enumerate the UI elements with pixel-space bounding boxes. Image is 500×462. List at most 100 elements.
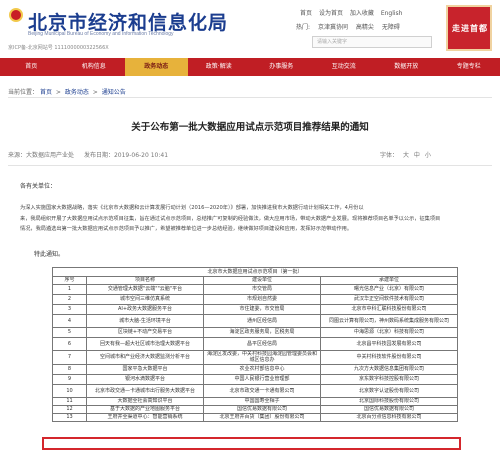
font-size-large[interactable]: 大 — [403, 152, 409, 159]
table-cell-builder: 海淀区政务服务局，区税务局 — [203, 327, 321, 338]
search-input[interactable]: 请输入关键字 — [312, 36, 432, 48]
table-cell-builder: 通州区经信局 — [203, 314, 321, 328]
table-cell-project: 大数据全社会高知识平台 — [86, 396, 204, 406]
hot-link-2[interactable]: 高精尖 — [356, 24, 374, 31]
table-cell-builder: 市规划自然委 — [203, 294, 321, 305]
breadcrumb-separator: > — [92, 89, 98, 96]
table-cell-no: 6 — [52, 337, 87, 351]
font-size-small[interactable]: 小 — [425, 152, 431, 159]
table-cell-builder: 市交管局 — [203, 284, 321, 295]
table-cell-contractor: 曙光信息产业（北京）有限公司 — [319, 284, 459, 295]
paragraph-line: 来，我局组织开展了大数据应用试点示范项目征集，旨在通过试点示范项目，总结推广可复… — [20, 215, 441, 222]
table-cell-builder: 农业农村部信息中心 — [203, 363, 321, 375]
breadcrumb-gov-news[interactable]: 政务动态 — [65, 89, 89, 96]
table-cell-contractor: 九次方大数据信息集团有限公司 — [319, 363, 459, 375]
nav-item-open-data[interactable]: 数据开放 — [375, 58, 438, 76]
site-subtitle-en: Beijing Municipal Bureau of Economy and … — [28, 31, 174, 37]
table-cell-no: 1 — [52, 284, 87, 295]
article-paragraph: 为深入实施国家大数据战略，落实《北京市大数据和云计算发展行动计划（2016—20… — [20, 203, 484, 235]
table-cell-no: 8 — [52, 363, 87, 375]
table-cell-no: 11 — [52, 396, 87, 406]
article-title: 关于公布第一批大数据应用试点示范项目推荐结果的通知 — [131, 122, 369, 133]
table-cell-no: 7 — [52, 350, 87, 365]
nav-item-services[interactable]: 办事服务 — [250, 58, 313, 76]
table-cell-contractor: 北京数字认证股份有限公司 — [319, 383, 459, 398]
table-row: 8 国家平急大数据平台 农业农村部信息中心 九次方大数据信息集团有限公司 — [52, 363, 459, 375]
nav-item-policy[interactable]: 政策·解读 — [188, 58, 251, 76]
table-cell-no: 9 — [52, 373, 87, 385]
table-row: 9 银河水滴数据平台 中国人民银行营业管理部 京东数字科技控股有限公司 — [52, 373, 459, 385]
table-caption: 北京市大数据应用试点示范项目（第一批） — [51, 267, 459, 277]
table-cell-project: AI+政务大数据服务平台 — [86, 304, 204, 315]
top-link-english[interactable]: English — [381, 10, 403, 17]
paragraph-line: 情况，我局遴选出第一批大数据应用试点示范项目予以推广，希望被推荐单位进一步总结经… — [20, 226, 353, 232]
hot-link-3[interactable]: 无障碍 — [382, 24, 400, 31]
table-row: 13 王府井全渠道中心：智能营销系统 北京王府井百货（集团）股份有限公司 北京百分点信… — [52, 412, 459, 422]
divider — [8, 97, 492, 98]
seal-text: 走进首都 — [452, 24, 488, 33]
top-link-home[interactable]: 首页 — [300, 10, 312, 17]
table-cell-contractor: 国信优易数据有限公司 — [319, 404, 459, 414]
table-cell-contractor: 北京国际科技股份有限公司 — [319, 396, 459, 406]
table-cell-no: 5 — [52, 327, 87, 338]
divider — [8, 165, 492, 166]
table-cell-builder: 中国人民银行营业管理部 — [203, 373, 321, 385]
hot-label: 热门: — [296, 24, 311, 31]
table-cell-contractor: 北京百分点信息科技有限公司 — [319, 412, 459, 422]
top-link-favorite[interactable]: 加入收藏 — [350, 10, 374, 17]
table-cell-no: 4 — [52, 314, 87, 328]
table-cell-project: 交通管理大数据"云端""云脑"平台 — [86, 284, 204, 295]
main-nav: 首页 机构信息 政务动态 政策·解读 办事服务 互动交流 数据开放 专题专栏 — [0, 58, 500, 76]
table-cell-project: 基于大数据的产业地图服务平台 — [86, 404, 204, 414]
table-cell-project: 银河水滴数据平台 — [86, 373, 204, 385]
table-cell-no: 13 — [52, 412, 87, 422]
table-header-contractor: 承建单位 — [319, 276, 459, 285]
article-source: 来源：大数据应用产业处 — [8, 152, 75, 159]
table-cell-no: 2 — [52, 294, 87, 305]
table-cell-builder: 北京市政交通一卡通有限公司 — [203, 383, 321, 398]
table-cell-project: 区块链+不动产交易平台 — [86, 327, 204, 338]
icp-number: 京ICP备-北京网站号 1111000000322566X — [8, 45, 109, 51]
table-cell-contractor: 京东数字科技控股有限公司 — [319, 373, 459, 385]
table-cell-contractor: 北京市中科汇联科技股份有限公司 — [319, 304, 459, 315]
table-cell-project: 空间城市和产业经济大数据监测分析平台 — [86, 350, 204, 365]
project-table: 北京市大数据应用试点示范项目（第一批） 序号 项目名称 建设单位 承建单位 1交… — [51, 267, 459, 422]
top-links: 首页 设为首页 加入收藏 English — [300, 8, 407, 17]
table-cell-contractor: 中海思源（北京）科技有限公司 — [319, 327, 459, 338]
breadcrumb-home[interactable]: 首页 — [40, 89, 52, 96]
top-link-set-home[interactable]: 设为首页 — [319, 10, 343, 17]
nav-item-org-info[interactable]: 机构信息 — [63, 58, 126, 76]
nav-item-home[interactable]: 首页 — [0, 58, 63, 76]
table-cell-project: 回天有我—超大社区城市治理大数据平台 — [86, 337, 204, 351]
nav-item-topics[interactable]: 专题专栏 — [438, 58, 500, 76]
table-row: 3 AI+政务大数据服务平台 市住建委，市交管局 北京市中科汇联科技股份有限公司 — [52, 304, 459, 315]
paragraph-line: 为深入实施国家大数据战略，落实《北京市大数据和云计算发展行动计划（2016—20… — [20, 205, 364, 211]
breadcrumb-notices[interactable]: 通知公告 — [102, 89, 126, 96]
article-meta: 来源：大数据应用产业处 发布日期：2019-06-20 10:41 — [8, 150, 176, 159]
table-cell-no: 10 — [52, 383, 87, 398]
table-cell-contractor: 同图云计算有限公司，神州数码系统集成服务有限公司 — [319, 314, 459, 328]
breadcrumb-separator: > — [55, 89, 61, 96]
table-row: 12 基于大数据的产业地图服务平台 国信优易数据有限公司 国信优易数据有限公司 — [52, 404, 459, 414]
font-size-medium[interactable]: 中 — [414, 152, 420, 159]
table-cell-builder: 北京王府井百货（集团）股份有限公司 — [203, 412, 321, 422]
nav-item-interaction[interactable]: 互动交流 — [313, 58, 376, 76]
table-cell-project: 城市空间三维仿真系统 — [86, 294, 204, 305]
table-cell-project: 王府井全渠道中心：智能营销系统 — [86, 412, 204, 422]
nav-item-gov-news[interactable]: 政务动态 — [125, 58, 188, 76]
national-emblem-icon — [9, 8, 23, 22]
table-cell-project: 国家平急大数据平台 — [86, 363, 204, 375]
table-cell-builder: 中国国寿全相子 — [203, 396, 321, 406]
table-row: 6 回天有我—超大社区城市治理大数据平台 昌平区经信局 北京昌平科技园发展有限公司 — [52, 337, 459, 351]
table-cell-contractor: 北京昌平科技园发展有限公司 — [319, 337, 459, 351]
font-size-switcher: 字体： 大 中 小 — [380, 150, 434, 159]
hot-link-1[interactable]: 京津冀协同 — [318, 24, 348, 31]
table-row: 10 北京市政交通—卡通城市出行服务大数据平台 北京市政交通一卡通有限公司 北京数字认… — [52, 383, 459, 398]
table-cell-contractor: 武汉华正空间软件技术有限公司 — [319, 294, 459, 305]
table-cell-project: 城市大脑-生活环境平台 — [86, 314, 204, 328]
hot-links: 热门: 京津冀协同 高精尖 无障碍 — [296, 22, 406, 31]
table-cell-no: 3 — [52, 304, 87, 315]
promo-seal-banner[interactable]: 走进首都 — [446, 5, 492, 51]
breadcrumb: 当前位置： 首页 > 政务动态 > 通知公告 — [8, 87, 126, 96]
table-row: 11 大数据全社会高知识平台 中国国寿全相子 北京国际科技股份有限公司 — [52, 396, 459, 406]
